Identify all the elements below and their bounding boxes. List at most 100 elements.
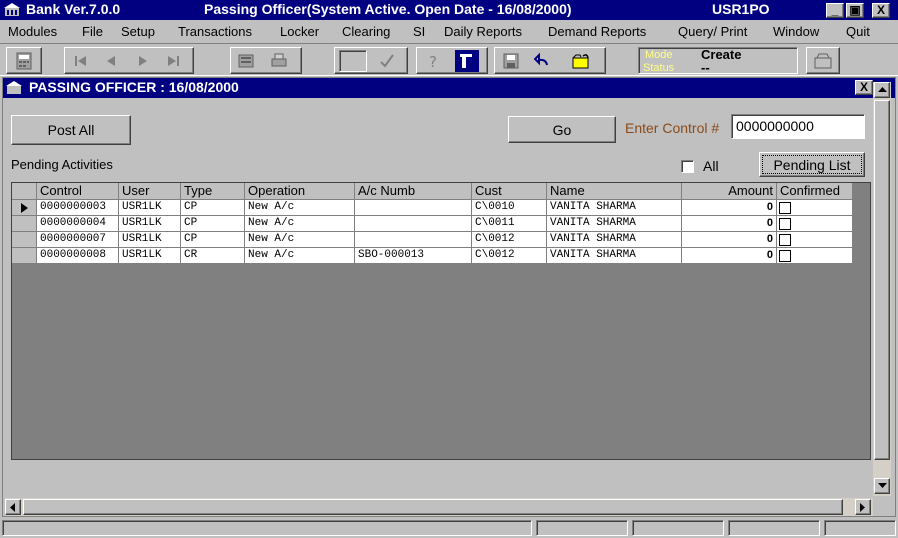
cell-amount[interactable]: 0 — [682, 232, 777, 248]
printer-icon[interactable] — [267, 50, 291, 72]
confirmed-checkbox[interactable] — [779, 250, 791, 262]
col-header-operation[interactable]: Operation — [245, 183, 355, 200]
all-checkbox[interactable] — [681, 160, 694, 173]
cell-operation[interactable]: New A/c — [245, 232, 355, 248]
table-row[interactable]: 0000000008 USR1LK CR New A/c SBO-000013 … — [12, 248, 853, 264]
cell-control[interactable]: 0000000003 — [37, 200, 119, 216]
cell-cust[interactable]: C\0012 — [472, 248, 547, 264]
menu-query-print[interactable]: Query/ Print — [678, 24, 747, 39]
post-all-button[interactable]: Post All — [11, 115, 131, 145]
horizontal-scroll-thumb[interactable] — [23, 499, 843, 515]
confirmed-checkbox[interactable] — [779, 218, 791, 230]
print-preview-icon[interactable] — [235, 50, 259, 72]
pending-activities-grid[interactable]: Control User Type Operation A/c Numb Cus… — [11, 182, 871, 460]
next-record-icon[interactable] — [131, 50, 155, 72]
col-header-name[interactable]: Name — [547, 183, 682, 200]
col-header-amount[interactable]: Amount — [682, 183, 777, 200]
cell-cust[interactable]: C\0011 — [472, 216, 547, 232]
previous-record-icon[interactable] — [99, 50, 123, 72]
close-button[interactable]: X — [872, 3, 890, 18]
cell-name[interactable]: VANITA SHARMA — [547, 232, 682, 248]
cell-type[interactable]: CP — [181, 200, 245, 216]
menu-si[interactable]: SI — [413, 24, 425, 39]
cell-amount[interactable]: 0 — [682, 216, 777, 232]
pending-list-button[interactable]: Pending List — [759, 152, 865, 177]
menu-modules[interactable]: Modules — [8, 24, 57, 39]
col-header-confirmed[interactable]: Confirmed — [777, 183, 853, 200]
cell-type[interactable]: CP — [181, 232, 245, 248]
cell-name[interactable]: VANITA SHARMA — [547, 200, 682, 216]
open-folder-icon[interactable] — [569, 50, 593, 72]
cell-user[interactable]: USR1LK — [119, 248, 181, 264]
cell-cust[interactable]: C\0012 — [472, 232, 547, 248]
cell-ac-numb[interactable]: SBO-000013 — [355, 248, 472, 264]
col-header-type[interactable]: Type — [181, 183, 245, 200]
menu-demand-reports[interactable]: Demand Reports — [548, 24, 646, 39]
check-icon[interactable] — [375, 50, 399, 72]
cell-operation[interactable]: New A/c — [245, 216, 355, 232]
horizontal-scrollbar[interactable] — [5, 498, 873, 516]
scroll-down-arrow-icon[interactable] — [874, 478, 890, 494]
cell-control[interactable]: 0000000007 — [37, 232, 119, 248]
child-close-button[interactable]: X — [855, 80, 873, 95]
menu-clearing[interactable]: Clearing — [342, 24, 390, 39]
save-icon[interactable] — [499, 50, 523, 72]
menu-quit[interactable]: Quit — [846, 24, 870, 39]
menu-locker[interactable]: Locker — [280, 24, 319, 39]
col-header-user[interactable]: User — [119, 183, 181, 200]
vertical-scroll-thumb[interactable] — [874, 100, 890, 460]
cell-name[interactable]: VANITA SHARMA — [547, 216, 682, 232]
cell-control[interactable]: 0000000008 — [37, 248, 119, 264]
blank-tool-button[interactable] — [339, 50, 367, 72]
cell-name[interactable]: VANITA SHARMA — [547, 248, 682, 264]
minimize-button[interactable]: _ — [826, 3, 844, 18]
cell-user[interactable]: USR1LK — [119, 200, 181, 216]
undo-icon[interactable] — [531, 50, 555, 72]
cell-cust[interactable]: C\0010 — [472, 200, 547, 216]
cell-ac-numb[interactable] — [355, 232, 472, 248]
scroll-right-arrow-icon[interactable] — [855, 499, 871, 515]
cell-type[interactable]: CR — [181, 248, 245, 264]
menu-transactions[interactable]: Transactions — [178, 24, 252, 39]
last-record-icon[interactable] — [161, 50, 185, 72]
col-header-cust[interactable]: Cust — [472, 183, 547, 200]
first-record-icon[interactable] — [69, 50, 93, 72]
exit-door-icon[interactable] — [811, 50, 835, 72]
table-row[interactable]: 0000000004 USR1LK CP New A/c C\0011 VANI… — [12, 216, 853, 232]
scroll-left-arrow-icon[interactable] — [5, 499, 21, 515]
row-selector[interactable] — [12, 216, 37, 232]
svg-text:?: ? — [429, 53, 437, 70]
cell-control[interactable]: 0000000004 — [37, 216, 119, 232]
cell-amount[interactable]: 0 — [682, 248, 777, 264]
cell-operation[interactable]: New A/c — [245, 200, 355, 216]
cell-user[interactable]: USR1LK — [119, 216, 181, 232]
go-button[interactable]: Go — [508, 116, 616, 143]
row-selector[interactable] — [12, 248, 37, 264]
menu-window[interactable]: Window — [773, 24, 819, 39]
restore-button[interactable]: ▣ — [846, 3, 864, 18]
col-header-control[interactable]: Control — [37, 183, 119, 200]
row-selector[interactable] — [12, 200, 37, 216]
menu-daily-reports[interactable]: Daily Reports — [444, 24, 522, 39]
cell-operation[interactable]: New A/c — [245, 248, 355, 264]
menu-setup[interactable]: Setup — [121, 24, 155, 39]
table-row[interactable]: 0000000007 USR1LK CP New A/c C\0012 VANI… — [12, 232, 853, 248]
confirmed-checkbox[interactable] — [779, 202, 791, 214]
menu-file[interactable]: File — [82, 24, 103, 39]
info-icon[interactable] — [455, 50, 479, 72]
cell-user[interactable]: USR1LK — [119, 232, 181, 248]
scroll-up-arrow-icon[interactable] — [874, 82, 890, 98]
cell-amount[interactable]: 0 — [682, 200, 777, 216]
cell-ac-numb[interactable] — [355, 216, 472, 232]
vertical-scrollbar[interactable] — [873, 82, 891, 496]
calculator-icon[interactable] — [12, 50, 36, 72]
col-header-ac-numb[interactable]: A/c Numb — [355, 183, 472, 200]
help-icon[interactable]: ? — [421, 50, 445, 72]
control-number-input[interactable]: 0000000000 — [731, 114, 865, 139]
cell-type[interactable]: CP — [181, 216, 245, 232]
row-selector[interactable] — [12, 232, 37, 248]
cell-ac-numb[interactable] — [355, 200, 472, 216]
confirmed-checkbox[interactable] — [779, 234, 791, 246]
status-panel-5 — [824, 520, 896, 536]
table-row[interactable]: 0000000003 USR1LK CP New A/c C\0010 VANI… — [12, 200, 853, 216]
